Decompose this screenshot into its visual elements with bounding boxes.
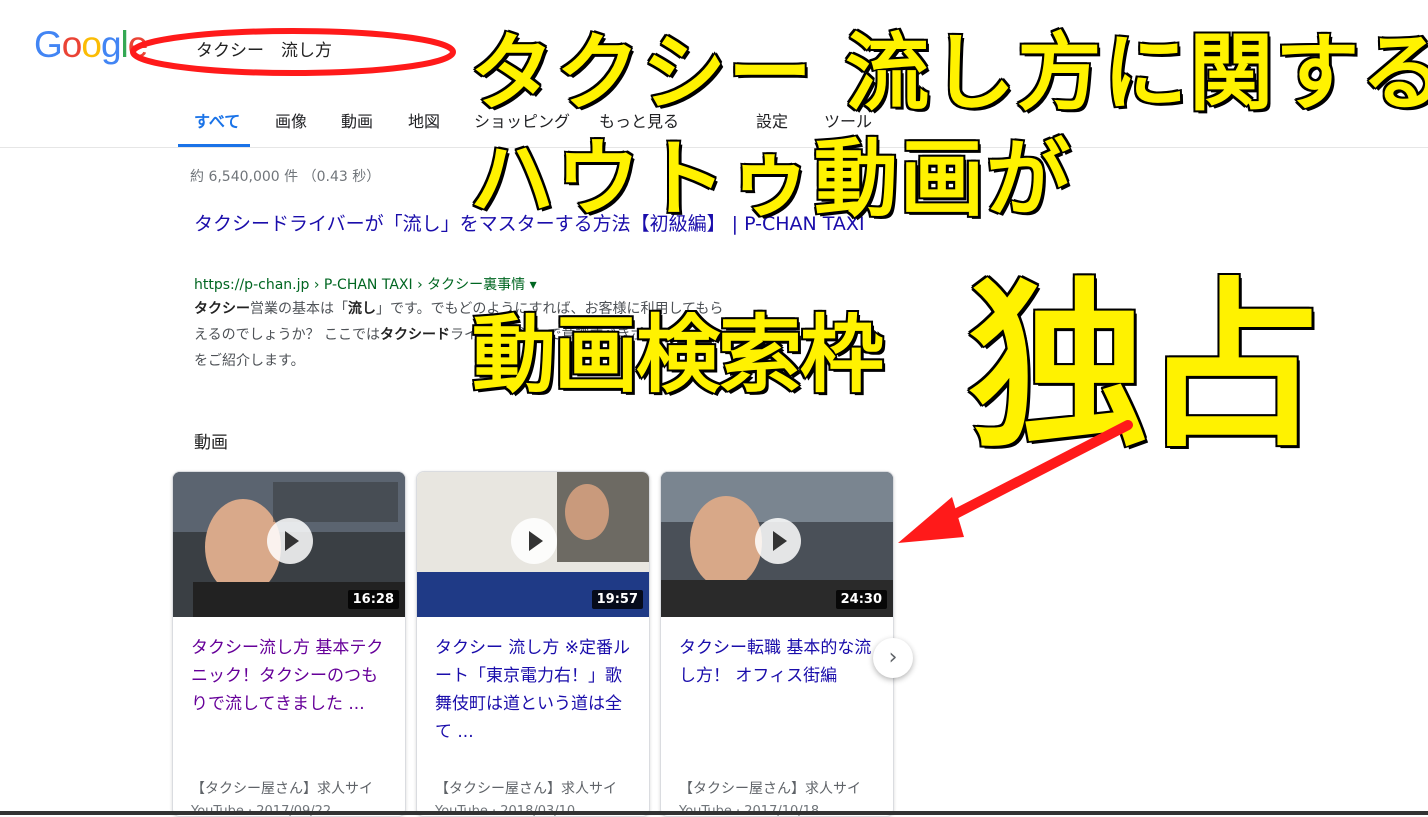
tab-all[interactable]: すべて: [194, 108, 240, 132]
logo-letter: l: [120, 24, 129, 65]
annotation-headline-2: ハウトゥ動画が: [468, 129, 1073, 230]
play-icon[interactable]: [511, 518, 557, 564]
video-source: 【タクシー屋さん】求人サイ: [679, 781, 861, 797]
logo-letter: G: [34, 24, 63, 65]
snippet-text: 営業の基本は「: [250, 301, 348, 317]
snippet-text: をご紹介します。: [194, 353, 305, 369]
video-title[interactable]: タクシー流し方 基本テクニック！タクシーのつもりで流してきました ...: [191, 634, 391, 718]
video-duration: 24:30: [835, 590, 887, 609]
video-card[interactable]: 19:57 タクシー 流し方 ※定番ルート「東京電力右！」歌舞伎町は道という道は…: [416, 471, 650, 817]
taskbar-strip: [0, 811, 1428, 815]
video-duration: 16:28: [347, 590, 399, 609]
logo-letter: o: [61, 24, 83, 65]
play-icon[interactable]: [755, 518, 801, 564]
snippet-text: えるのでしょうか？ ここでは: [194, 327, 381, 343]
video-thumbnail[interactable]: 19:57: [417, 472, 649, 617]
snippet-bold: タクシード: [380, 327, 451, 343]
video-thumbnail[interactable]: 16:28: [173, 472, 405, 617]
video-duration: 19:57: [591, 590, 643, 609]
logo-letter: g: [100, 24, 122, 65]
annotation-video-box: 動画検索枠: [470, 305, 885, 406]
logo-letter: o: [81, 24, 102, 65]
videos-section-heading: 動画: [194, 433, 228, 453]
carousel-next-button[interactable]: ›: [873, 638, 913, 678]
video-title[interactable]: タクシー 流し方 ※定番ルート「東京電力右！」歌舞伎町は道という道は全て ...: [435, 634, 635, 746]
highlight-ellipse: [130, 28, 456, 76]
result-stats: 約 6,540,000 件 （0.43 秒）: [190, 169, 381, 185]
play-icon[interactable]: [267, 518, 313, 564]
video-card[interactable]: 24:30 タクシー転職 基本的な流し方！ オフィス街編 【タクシー屋さん】求人…: [660, 471, 894, 817]
snippet-bold: 流し: [348, 301, 376, 317]
tab-maps[interactable]: 地図: [408, 108, 440, 132]
tab-videos[interactable]: 動画: [341, 108, 373, 132]
annotation-headline-1: タクシー 流し方に関する: [468, 23, 1428, 124]
video-source: 【タクシー屋さん】求人サイ: [435, 781, 617, 797]
red-arrow-icon: [898, 420, 1133, 543]
snippet-bold: タクシー: [194, 301, 250, 317]
tab-images[interactable]: 画像: [275, 108, 307, 132]
video-thumbnail[interactable]: 24:30: [661, 472, 893, 617]
video-source: 【タクシー屋さん】求人サイ: [191, 781, 373, 797]
video-card[interactable]: 16:28 タクシー流し方 基本テクニック！タクシーのつもりで流してきました .…: [172, 471, 406, 817]
video-title[interactable]: タクシー転職 基本的な流し方！ オフィス街編: [679, 634, 879, 690]
